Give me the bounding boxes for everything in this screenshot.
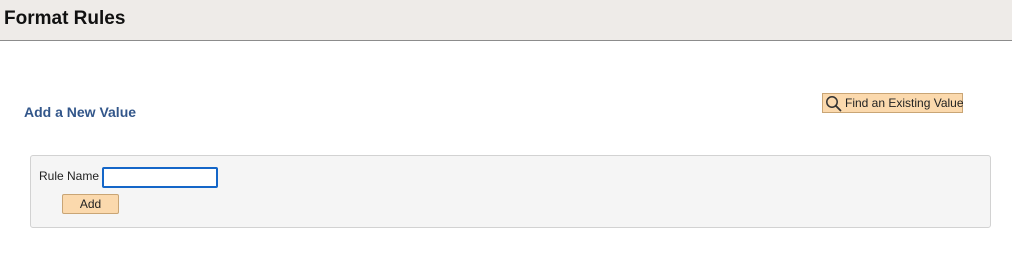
rule-name-label: Rule Name xyxy=(39,169,100,183)
page: Format Rules Find an Existing Value Add … xyxy=(0,0,1012,272)
rule-name-input[interactable] xyxy=(102,167,218,188)
search-icon xyxy=(825,95,842,112)
page-title: Format Rules xyxy=(4,8,126,29)
add-value-group-box: Rule Name Add xyxy=(30,155,991,228)
find-existing-value-label: Find an Existing Value xyxy=(845,96,964,110)
page-header: Format Rules xyxy=(0,0,1012,41)
add-new-value-heading: Add a New Value xyxy=(24,104,137,120)
add-button[interactable]: Add xyxy=(62,194,119,214)
find-existing-value-button[interactable]: Find an Existing Value xyxy=(822,93,964,113)
